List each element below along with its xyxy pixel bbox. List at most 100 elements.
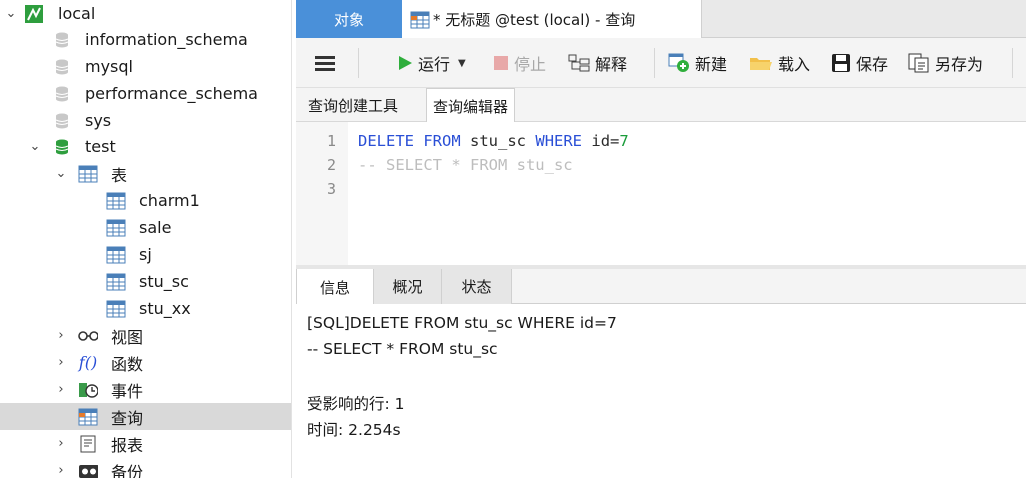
- chevron-right-icon[interactable]: ›: [54, 382, 68, 397]
- function-icon: f(): [78, 353, 98, 372]
- database-icon: [52, 84, 72, 104]
- tree-node-table[interactable]: charm1: [0, 187, 291, 214]
- tab-query[interactable]: * 无标题 @test (local) - 查询: [402, 0, 702, 39]
- tree-node-reports[interactable]: › 报表: [0, 430, 291, 457]
- tree-node-label: test: [85, 137, 116, 156]
- chevron-down-icon[interactable]: ⌄: [28, 139, 42, 154]
- tree-node-label: performance_schema: [85, 84, 258, 103]
- affected-rows-text: 受影响的行: 1: [307, 395, 405, 413]
- tab-label: 对象: [333, 10, 364, 29]
- tree-node-views[interactable]: › 视图: [0, 322, 291, 349]
- run-label: 运行: [418, 55, 451, 74]
- stop-button[interactable]: 停止: [493, 38, 546, 88]
- tree-node-label: 查询: [111, 408, 144, 428]
- line-number: 2: [326, 156, 336, 174]
- save-as-button[interactable]: 另存为: [908, 38, 983, 88]
- tab-query-builder[interactable]: 查询创建工具: [302, 88, 404, 122]
- tab-info[interactable]: 信息: [296, 269, 374, 305]
- tree-node-backups[interactable]: › 备份: [0, 457, 291, 478]
- run-button[interactable]: 运行 ▼: [397, 38, 466, 88]
- message-output: [SQL]DELETE FROM stu_sc WHERE id=7 -- SE…: [296, 304, 1026, 478]
- table-icon: [106, 272, 126, 292]
- menu-button[interactable]: [315, 38, 335, 88]
- query-icon: [78, 407, 98, 427]
- tab-query-editor[interactable]: 查询编辑器: [426, 88, 516, 123]
- tree-node-table[interactable]: stu_xx: [0, 295, 291, 322]
- tree-node-table[interactable]: stu_sc: [0, 268, 291, 295]
- tab-label: 状态: [461, 278, 492, 296]
- load-button[interactable]: 载入: [749, 38, 810, 88]
- tab-label: 查询编辑器: [433, 97, 509, 116]
- database-icon: [52, 30, 72, 50]
- output-blank-line: [307, 366, 1026, 392]
- tree-node-db[interactable]: sys: [0, 107, 291, 134]
- chevron-down-icon[interactable]: ⌄: [4, 6, 18, 21]
- tree-node-label: 备份: [111, 462, 144, 478]
- tree-node-table[interactable]: sj: [0, 241, 291, 268]
- stop-label: 停止: [514, 55, 547, 74]
- report-icon: [78, 434, 98, 454]
- table-icon: [106, 245, 126, 265]
- table-icon: [106, 299, 126, 319]
- chevron-right-icon[interactable]: ›: [54, 463, 68, 478]
- tree-node-label: information_schema: [85, 30, 248, 49]
- new-query-icon: [668, 53, 690, 73]
- line-number: 3: [326, 180, 336, 198]
- navicat-window: ⌄ local information_schema mysql perform…: [0, 0, 1026, 478]
- output-line: [SQL]DELETE FROM stu_sc WHERE id=7: [307, 314, 617, 332]
- tab-label: 概况: [392, 278, 423, 296]
- connection-icon: [24, 4, 44, 24]
- editor-mode-tabs: 查询创建工具 查询编辑器: [296, 88, 1026, 123]
- tree-node-queries[interactable]: 查询: [0, 403, 291, 430]
- tree-node-db[interactable]: mysql: [0, 53, 291, 80]
- output-line: -- SELECT * FROM stu_sc: [307, 340, 498, 358]
- chevron-right-icon[interactable]: ›: [54, 355, 68, 370]
- sql-keyword: DELETE: [358, 132, 414, 150]
- chevron-down-icon[interactable]: ⌄: [54, 166, 68, 181]
- view-glasses-icon: [78, 326, 98, 346]
- tab-objects[interactable]: 对象: [296, 0, 402, 38]
- save-disk-icon: [831, 53, 851, 73]
- toolbar-divider: [1012, 48, 1013, 78]
- sql-number: 7: [619, 132, 629, 150]
- tree-node-label: stu_xx: [139, 299, 191, 318]
- query-toolbar: 运行 ▼ 停止 解释 新建 载入 保存 另存为: [296, 38, 1026, 88]
- table-icon: [106, 191, 126, 211]
- line-number: 1: [326, 132, 336, 150]
- explain-button[interactable]: 解释: [568, 38, 627, 88]
- table-icon: [78, 164, 98, 184]
- tree-node-db-test[interactable]: ⌄ test: [0, 133, 291, 160]
- sql-keyword: WHERE: [535, 132, 583, 150]
- tab-status[interactable]: 状态: [442, 269, 512, 304]
- new-button[interactable]: 新建: [668, 38, 727, 88]
- sql-editor[interactable]: 1 2 3 DELETE FROM stu_sc WHERE id=7 -- S…: [296, 122, 1026, 265]
- tree-node-label: sys: [85, 111, 112, 130]
- code-line-2[interactable]: -- SELECT * FROM stu_sc: [358, 156, 573, 174]
- tree-node-label: 函数: [111, 354, 144, 374]
- tree-node-label: sale: [139, 218, 172, 237]
- tree-node-table[interactable]: sale: [0, 214, 291, 241]
- tree-node-db[interactable]: information_schema: [0, 26, 291, 53]
- tree-node-local[interactable]: ⌄ local: [0, 0, 291, 27]
- tree-node-db[interactable]: performance_schema: [0, 80, 291, 107]
- tree-node-events[interactable]: › 事件: [0, 376, 291, 403]
- tree-node-label: local: [58, 4, 96, 23]
- tab-overview[interactable]: 概况: [374, 269, 442, 304]
- tab-label: 信息: [319, 278, 350, 297]
- tree-node-tables[interactable]: ⌄ 表: [0, 160, 291, 187]
- tree-node-label: 事件: [111, 381, 144, 401]
- database-open-icon: [52, 137, 72, 157]
- code-line-1[interactable]: DELETE FROM stu_sc WHERE id=7: [358, 132, 629, 150]
- line-number-gutter: 1 2 3: [296, 122, 348, 265]
- tree-node-functions[interactable]: › f() 函数: [0, 349, 291, 376]
- save-as-label: 另存为: [935, 55, 984, 74]
- tree-node-label: mysql: [85, 57, 133, 76]
- load-label: 载入: [778, 55, 811, 74]
- table-icon: [106, 218, 126, 238]
- sql-identifier: id=: [591, 132, 620, 150]
- elapsed-time-text: 时间: 2.254s: [307, 421, 401, 439]
- save-button[interactable]: 保存: [831, 38, 888, 88]
- chevron-right-icon[interactable]: ›: [54, 328, 68, 343]
- dropdown-arrow-icon[interactable]: ▼: [458, 58, 466, 69]
- chevron-right-icon[interactable]: ›: [54, 436, 68, 451]
